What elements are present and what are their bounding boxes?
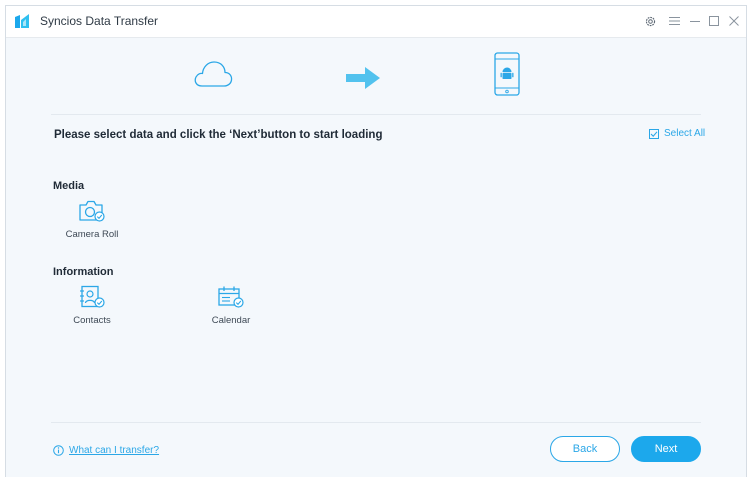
cloud-icon [194,61,233,87]
camera-roll-icon [79,200,105,222]
data-item-label: Calendar [211,315,251,326]
arrow-right-icon [346,67,380,89]
select-all-checkbox[interactable]: Select All [649,128,705,139]
minimize-icon [690,21,700,22]
transfer-banner [51,38,701,114]
bottom-divider [51,422,701,423]
hamburger-menu-icon [668,17,680,25]
close-button[interactable] [726,13,742,29]
menu-button[interactable] [666,13,682,29]
checkmark-icon [650,130,658,137]
data-item-calendar[interactable]: Calendar [191,285,271,326]
top-divider [51,114,701,115]
syncios-logo-icon [15,14,29,28]
close-icon [729,16,739,26]
what-can-i-transfer-link[interactable]: What can I transfer? [53,445,159,456]
data-item-label: Camera Roll [65,229,119,240]
calendar-icon [218,286,244,308]
info-icon [53,445,64,456]
contacts-icon [80,285,105,308]
main-content: Please select data and click the ‘Next’b… [6,38,746,477]
section-title-information: Information [53,266,114,278]
gear-icon [645,16,655,26]
data-item-label: Contacts [73,315,111,326]
select-all-label: Select All [664,128,706,139]
data-item-camera-roll[interactable]: Camera Roll [52,199,132,240]
instruction-text: Please select data and click the ‘Next’b… [54,129,383,141]
maximize-button[interactable] [706,13,722,29]
help-link-text: What can I transfer? [69,445,160,456]
checkbox-box [649,128,659,139]
app-title: Syncios Data Transfer [40,14,159,28]
data-item-contacts[interactable]: Contacts [52,285,132,326]
maximize-icon [709,16,719,26]
android-phone-icon [494,52,520,96]
settings-button[interactable] [642,13,658,29]
back-button[interactable]: Back [550,436,620,462]
app-window: Syncios Data Transfer Please select data… [5,5,747,477]
minimize-button[interactable] [687,13,703,29]
title-bar: Syncios Data Transfer [6,6,746,38]
section-title-media: Media [53,180,85,192]
next-button[interactable]: Next [631,436,701,462]
